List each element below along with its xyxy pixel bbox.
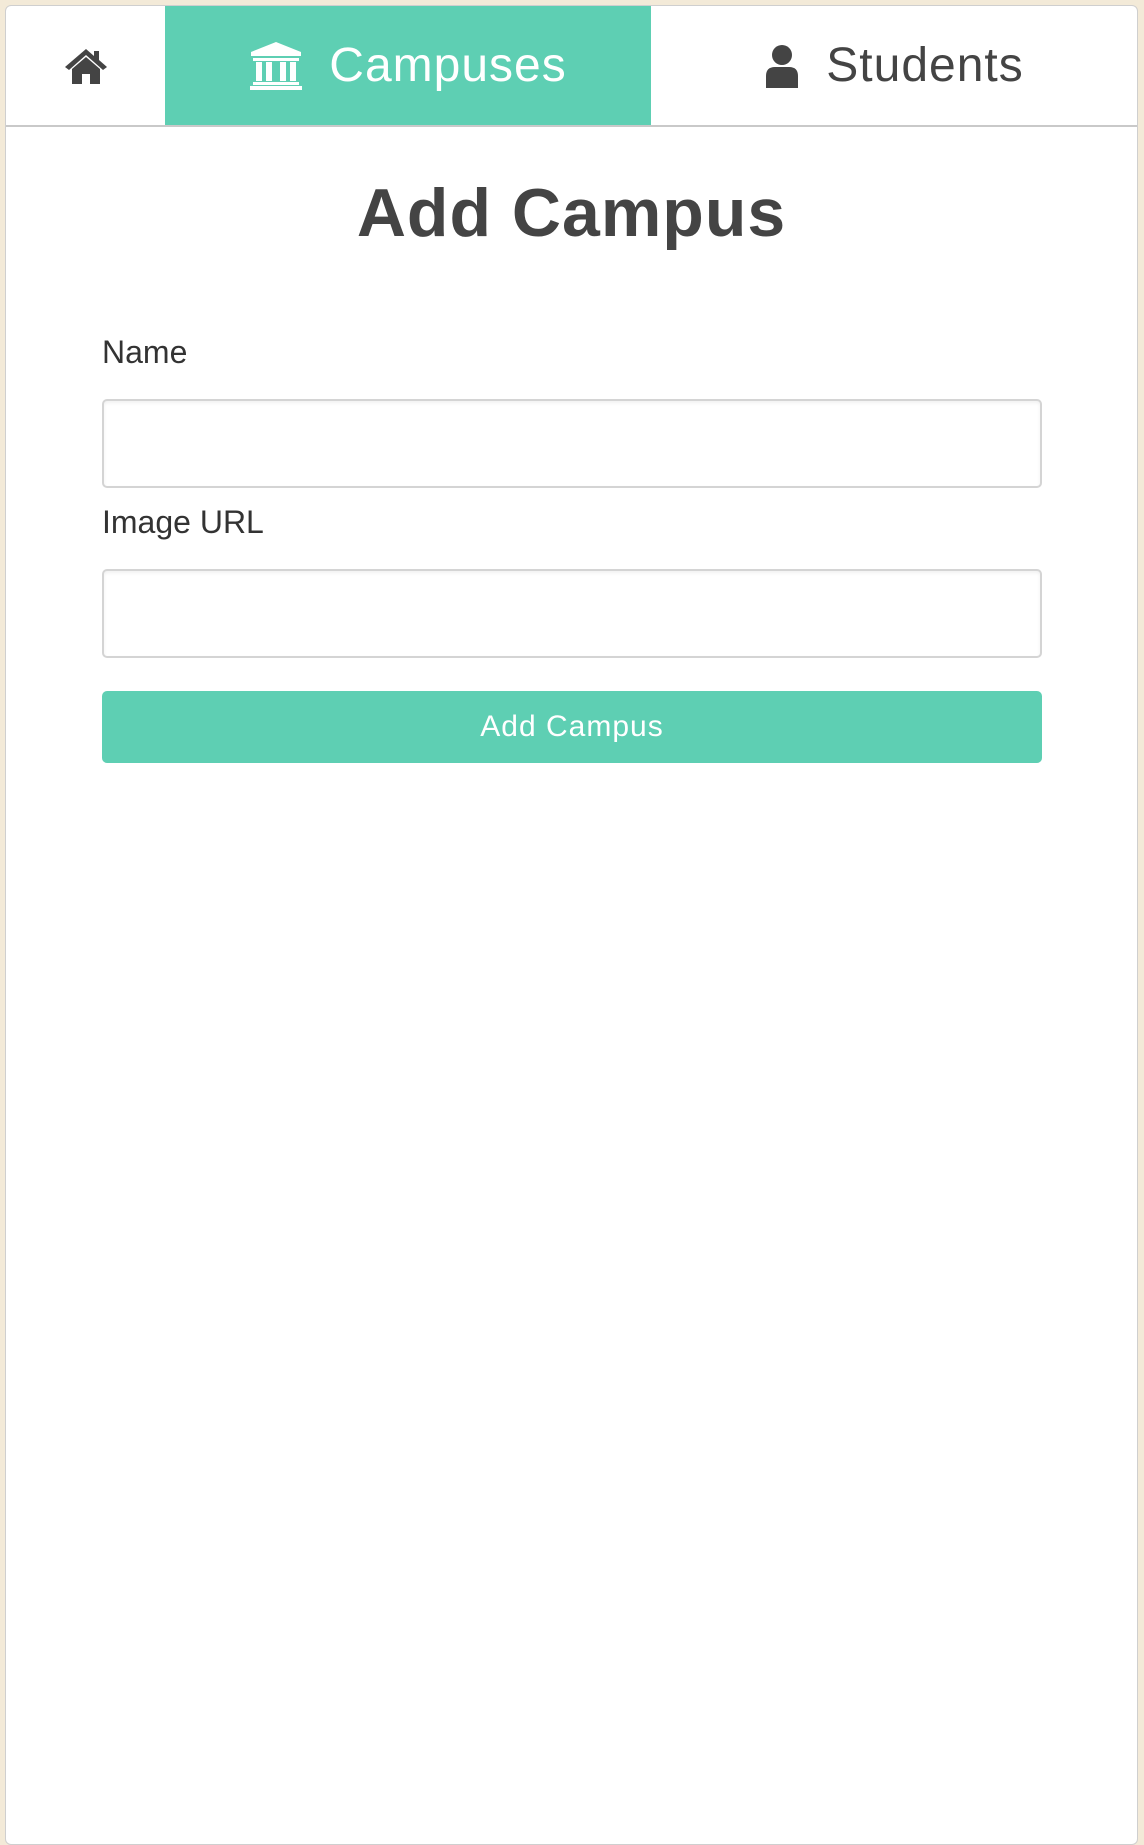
navbar: Campuses Students <box>6 6 1137 127</box>
page-title: Add Campus <box>356 175 787 251</box>
add-campus-button[interactable]: Add Campus <box>102 691 1042 763</box>
app-panel: Campuses Students Add Campus Name Image … <box>5 5 1138 1845</box>
nav-home-link[interactable] <box>6 6 165 125</box>
user-icon <box>764 44 800 88</box>
image-url-input[interactable] <box>102 569 1042 658</box>
nav-students-tab[interactable]: Students <box>651 6 1137 125</box>
nav-campuses-label: Campuses <box>329 39 567 92</box>
nav-campuses-tab[interactable]: Campuses <box>165 6 651 125</box>
image-url-label: Image URL <box>102 504 264 540</box>
university-icon <box>249 41 303 91</box>
nav-students-label: Students <box>826 39 1024 92</box>
name-input[interactable] <box>102 399 1042 488</box>
home-icon <box>64 47 108 85</box>
name-label: Name <box>102 334 188 370</box>
